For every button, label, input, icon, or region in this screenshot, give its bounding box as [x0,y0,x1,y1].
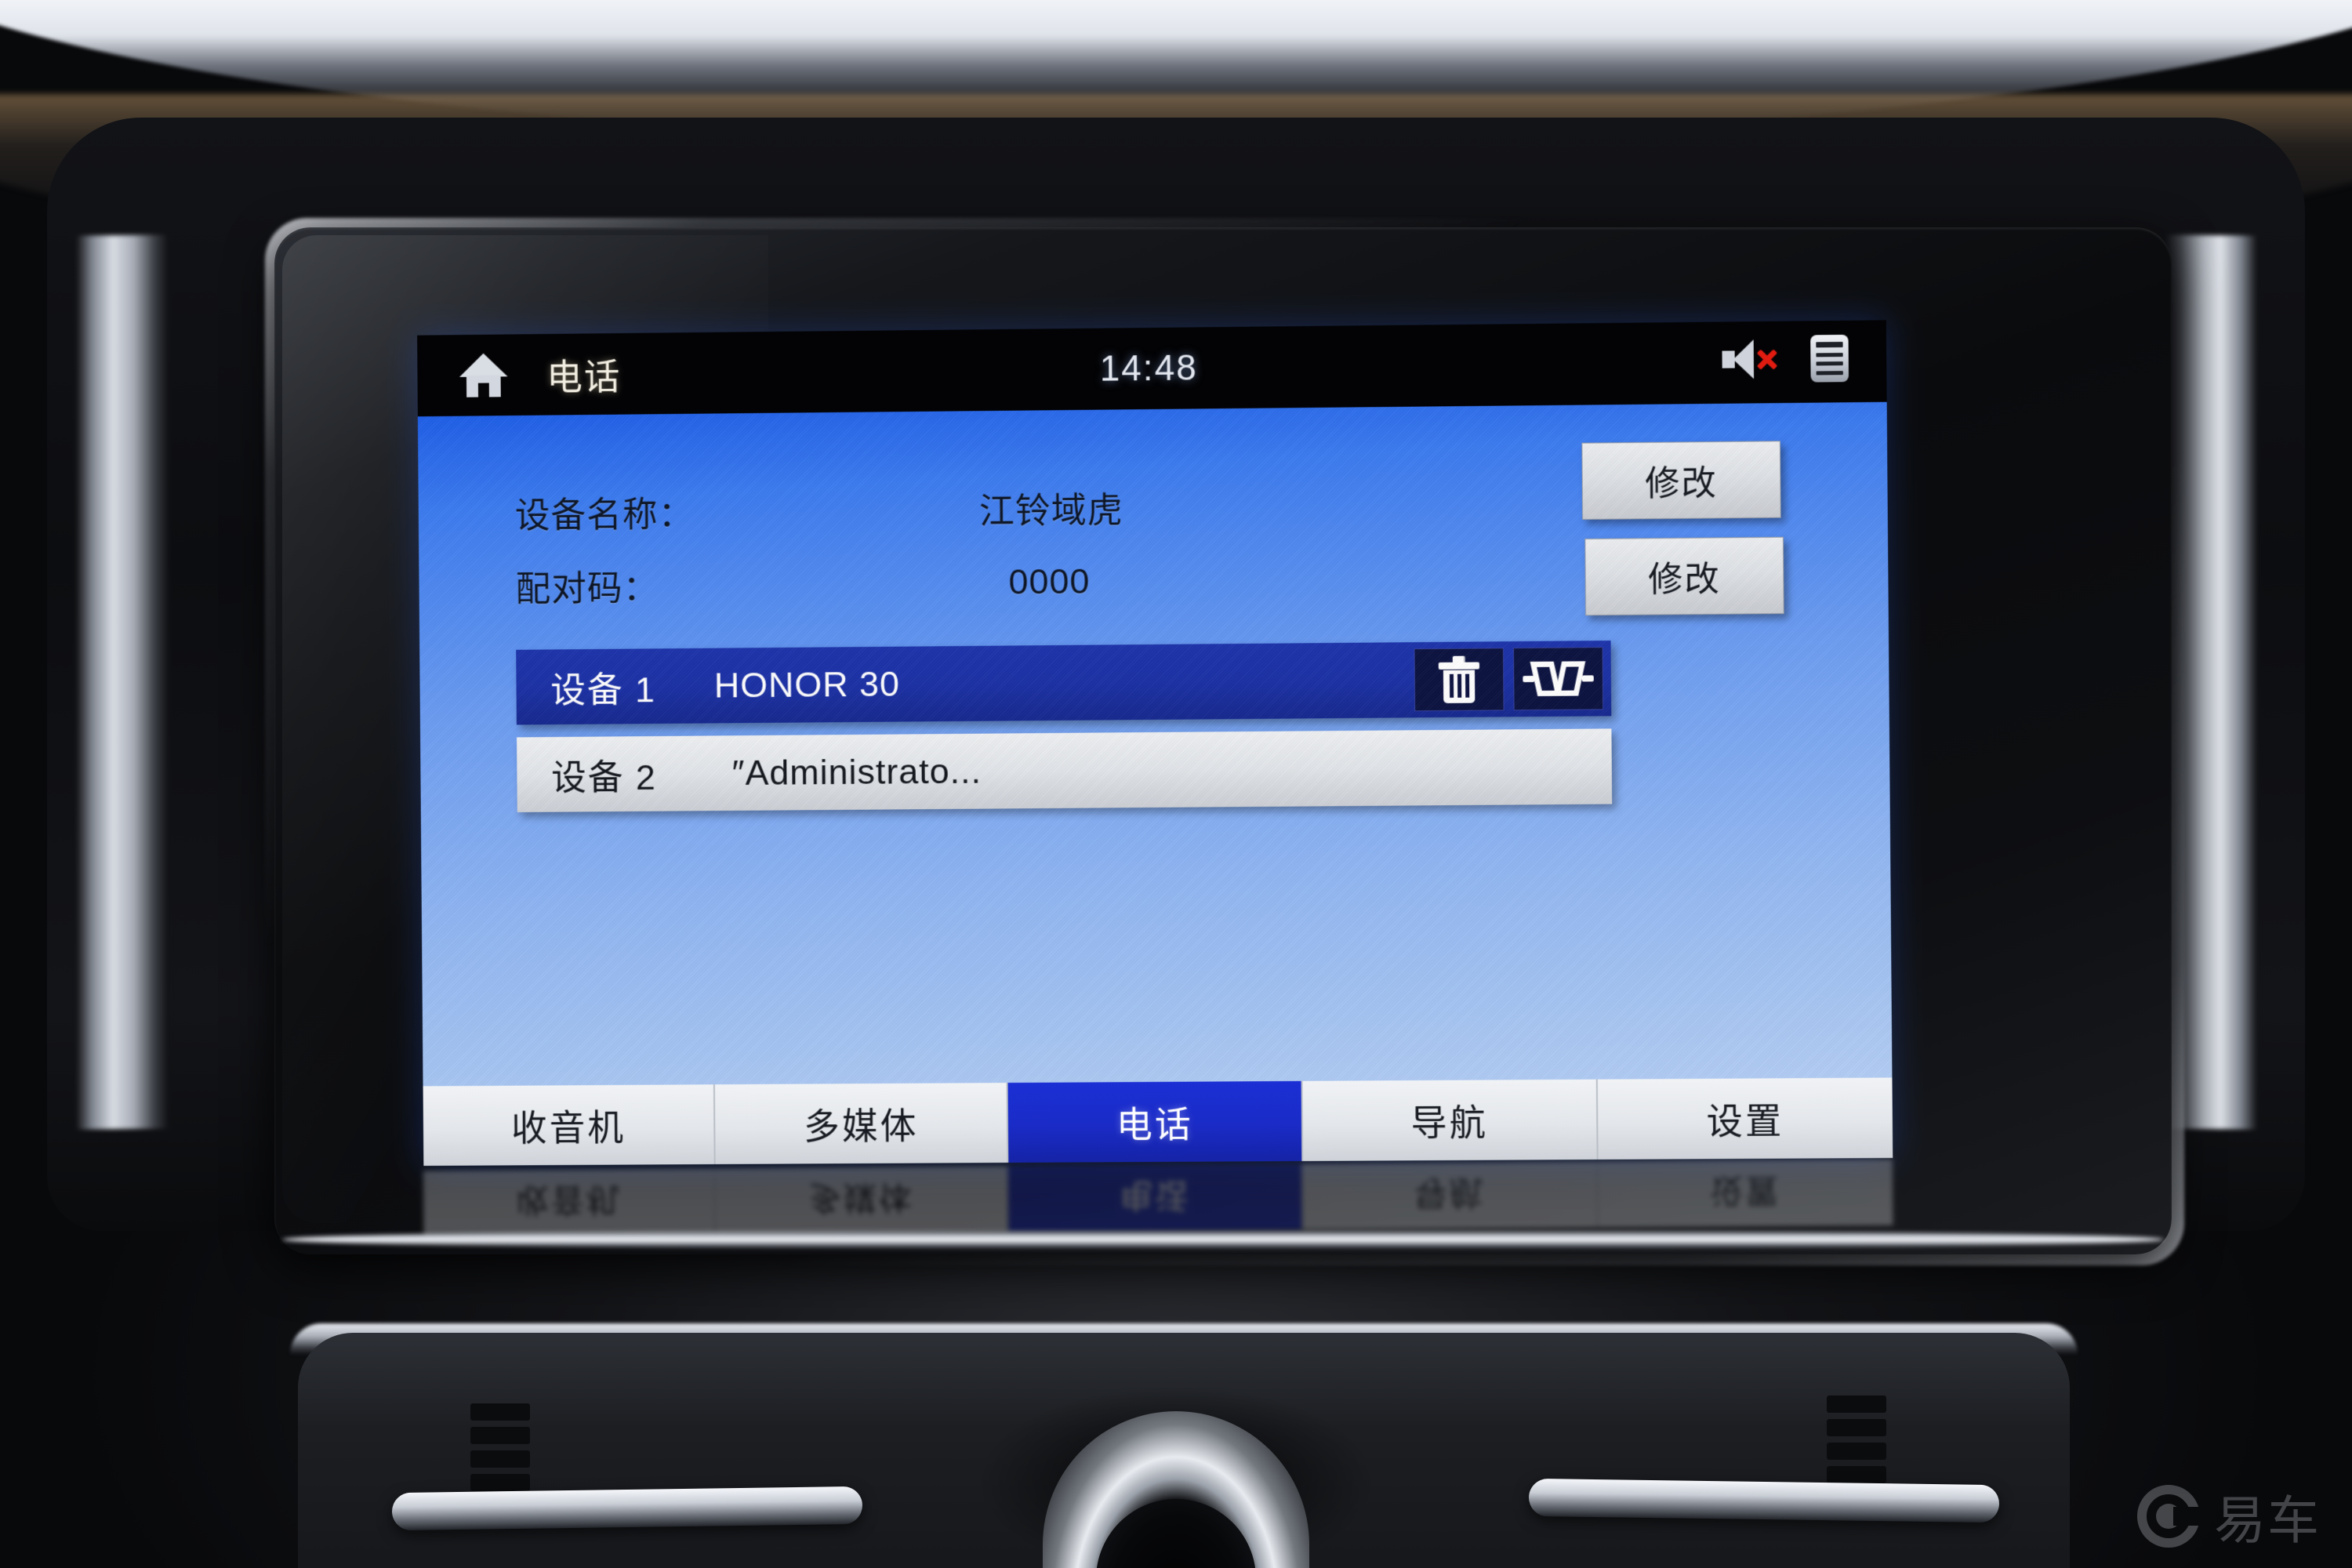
device-list-item-2[interactable]: 设备 2 ″Administrato... [517,728,1613,813]
watermark-text: 易车 [2214,1491,2321,1549]
device-name-value: 江铃域虎 [978,490,1123,532]
delete-device-button[interactable] [1414,648,1504,712]
console-chrome-strip-left [391,1486,863,1531]
tab-navigation[interactable]: 导航 [1302,1079,1599,1161]
infotainment-screen[interactable]: 电话 14:48 设备名称： 江铃域虎 配对码： 0000 修改 修改 设备 1… [417,320,1893,1166]
reflection-tab-radio: 收音机 [423,1168,717,1237]
clock: 14:48 [1099,347,1198,389]
speaker-muted-icon[interactable] [1722,336,1780,383]
console-chrome-strip-right [1528,1478,2000,1523]
bluetooth-connect-icon [1523,656,1594,701]
status-bar-icons [1722,334,1849,383]
screen-reflection: 收音机 多媒体 电话 导航 设置 [423,1159,1893,1237]
tab-phone[interactable]: 电话 [1007,1080,1303,1163]
pairing-code-value: 0000 [1008,561,1091,602]
modify-device-name-button[interactable]: 修改 [1581,441,1781,520]
tab-settings[interactable]: 设置 [1597,1077,1893,1160]
list-menu-icon[interactable] [1810,334,1849,383]
status-bar: 电话 14:48 [417,320,1887,417]
device-name-text: HONOR 30 [713,663,901,706]
pairing-code-label: 配对码： [515,568,659,610]
watermark: 易车 [2137,1479,2321,1554]
yiche-logo-icon [2137,1485,2200,1548]
device-index-label: 设备 1 [550,669,657,710]
device-name-label: 设备名称： [514,494,695,536]
device-name-row: 设备名称： 江铃域虎 [515,481,1123,538]
console-vent-left [470,1403,530,1491]
tab-radio[interactable]: 收音机 [423,1084,716,1166]
device-actions [1414,647,1604,712]
pairing-code-row: 配对码： 0000 [515,556,1090,612]
device-index-label: 设备 2 [550,757,657,798]
bottom-tab-bar: 收音机 多媒体 电话 导航 设置 [423,1077,1893,1166]
device-name-text: ″Administrato... [731,750,982,793]
connect-device-button[interactable] [1513,647,1604,711]
reflection-tab-navigation: 导航 [1302,1161,1599,1230]
bezel-bottom-chrome-trim [282,1229,2164,1250]
tab-multimedia[interactable]: 多媒体 [715,1083,1009,1164]
car-dashboard-scene: 电话 14:48 设备名称： 江铃域虎 配对码： 0000 修改 修改 设备 1… [0,0,2352,1568]
console-vent-right [1827,1396,1886,1483]
reflection-tab-settings: 设置 [1597,1159,1893,1228]
reflection-tab-phone: 电话 [1008,1163,1304,1232]
device-list-item-1[interactable]: 设备 1 HONOR 30 [516,641,1612,725]
phone-bluetooth-panel: 设备名称： 江铃域虎 配对码： 0000 修改 修改 设备 1 HONOR 30 [417,401,1893,1087]
bezel-left-chrome-accent [75,234,169,1130]
modify-pairing-code-button[interactable]: 修改 [1584,536,1784,616]
reflection-tab-multimedia: 多媒体 [715,1166,1009,1235]
trash-icon [1438,655,1480,703]
